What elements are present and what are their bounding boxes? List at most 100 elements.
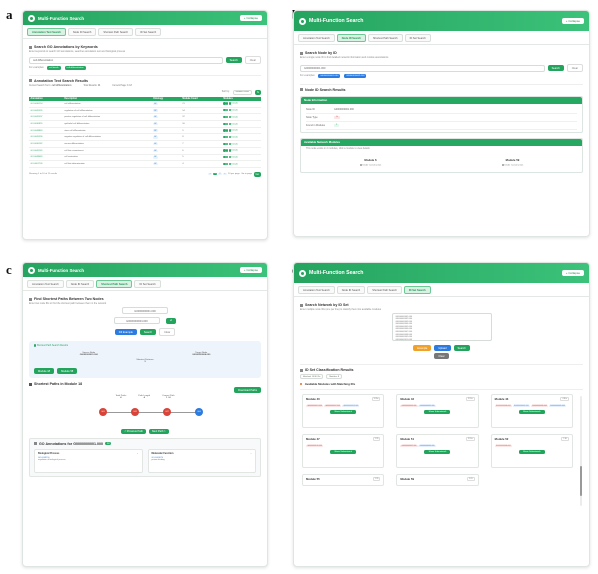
show-subnetwork-button[interactable]: Show Subnetwork xyxy=(330,450,357,455)
tab-node-id[interactable]: Node ID Search xyxy=(336,286,366,294)
tab-id-set[interactable]: ID Set Search xyxy=(404,34,431,42)
page-2-button[interactable]: 2 xyxy=(218,173,222,176)
scrollbar[interactable] xyxy=(580,396,582,506)
swap-icon[interactable]: ⇄ xyxy=(165,317,177,324)
search-button[interactable]: Search xyxy=(453,345,470,351)
results-icon xyxy=(300,88,303,92)
details-link[interactable]: Details xyxy=(231,103,237,105)
page-size-select[interactable]: 10 per page xyxy=(228,173,240,175)
tab-shortest-path[interactable]: Shortest Path Search xyxy=(98,28,134,36)
next-path-button[interactable]: Next Path > xyxy=(148,429,169,434)
tab-id-set[interactable]: ID Set Search xyxy=(134,280,161,288)
tab-annotation-text[interactable]: Annotation Text Search xyxy=(27,280,64,288)
example-chip[interactable]: cell death xyxy=(47,66,61,70)
module-item[interactable]: Module 6 Under Construction xyxy=(359,158,381,166)
tab-annotation-text[interactable]: Annotation Text Search xyxy=(298,34,335,42)
show-subnetwork-button[interactable]: Show Subnetwork xyxy=(518,450,545,455)
node-id-input[interactable]: G0000000001.000 xyxy=(300,64,545,72)
collapse-button[interactable]: + Collapse xyxy=(561,270,584,276)
search-button[interactable]: Search xyxy=(139,329,157,335)
page-prev-button[interactable]: < xyxy=(208,173,212,176)
id-set-textarea[interactable]: G0000000001.000 G0000000002.000 G000000000… xyxy=(391,313,492,341)
page-1-button[interactable]: 1 xyxy=(213,173,217,176)
tab-node-id[interactable]: Node ID Search xyxy=(336,34,366,42)
collapse-button[interactable]: + Collapse xyxy=(239,267,262,273)
table-row[interactable]: GO:0045165 cell fate commitment BP 6 Details xyxy=(29,147,261,155)
search-button[interactable]: Search xyxy=(547,65,564,71)
table-row[interactable]: GO:0030855 epithelial cell differentiatio… xyxy=(29,120,261,128)
table-row[interactable]: GO:0001709 cell fate determination BP 4 Deta… xyxy=(29,160,261,168)
path-node[interactable]: G04 xyxy=(195,408,203,416)
collapse-button[interactable]: + Collapse xyxy=(561,18,584,24)
path-node[interactable]: G01 xyxy=(99,408,107,416)
matched-id: G0000000008.000 xyxy=(530,404,549,408)
node-info-card: Node Information Node ID G0000000001.000 … xyxy=(300,95,583,133)
stat-total: Total Results: 11 xyxy=(83,84,101,87)
tab-annotation-text[interactable]: Annotation Text Search xyxy=(298,286,335,294)
go-button[interactable]: Go xyxy=(253,172,261,177)
tab-node-id[interactable]: Node ID Search xyxy=(65,280,95,288)
tab-shortest-path[interactable]: Shortest Path Search xyxy=(367,286,402,294)
module-path-button[interactable]: Module 58 xyxy=(57,368,78,374)
module-card: Module 47 1 ID G0000000010.000 Show Subnetw… xyxy=(302,434,385,468)
module-count-cell: 12 xyxy=(180,113,222,122)
go-annotations-card: GO Annotations for G0000000001.000 12 Bio… xyxy=(29,437,261,477)
example-chip[interactable]: G0000000002.000 xyxy=(344,74,367,78)
module-item[interactable]: Module 59 Under Construction xyxy=(501,158,523,166)
details-link[interactable]: Details xyxy=(231,164,237,166)
tab-annotation-text[interactable]: Annotation Text Search xyxy=(27,28,66,36)
show-subnetwork-button[interactable]: Show Subnetwork xyxy=(424,410,451,415)
show-subnetwork-button[interactable]: Show Subnetwork xyxy=(424,450,451,455)
start-node-input[interactable]: G0000000001.000 xyxy=(122,307,168,314)
keyword-input[interactable]: cell differentiation xyxy=(29,56,223,64)
path-node[interactable]: G12 xyxy=(131,408,139,416)
example-chip[interactable]: cell differentiation xyxy=(64,66,86,70)
module-id-count: 1 ID xyxy=(561,437,569,441)
details-link[interactable]: Details xyxy=(231,117,237,119)
sort-order-button[interactable]: ⇅ xyxy=(254,89,261,95)
details-link[interactable]: Details xyxy=(231,143,237,145)
clear-button[interactable]: Clear xyxy=(434,353,449,359)
clear-button[interactable]: Clear xyxy=(244,56,261,64)
description-cell: negative regulation of cell differentiat… xyxy=(62,133,152,142)
end-node-input[interactable]: G0000000004.000 xyxy=(113,317,160,324)
details-link[interactable]: Details xyxy=(231,110,237,112)
show-subnetwork-button[interactable]: Show Subnetwork xyxy=(518,410,545,415)
module-path-button[interactable]: Module 18 xyxy=(34,368,55,374)
table-row[interactable]: GO:0048863 stem cell differentiation BP 9 De… xyxy=(29,127,261,135)
previous-path-button[interactable]: < Previous Path xyxy=(121,429,146,434)
collapse-button[interactable]: + Collapse xyxy=(239,15,262,21)
details-link[interactable]: Details xyxy=(231,130,237,132)
path-node[interactable]: G27 xyxy=(163,408,171,416)
details-link[interactable]: Details xyxy=(231,150,237,152)
tab-shortest-path[interactable]: Shortest Path Search xyxy=(367,34,403,42)
table-row[interactable]: GO:0045596 negative regulation of cell di… xyxy=(29,133,261,142)
clear-button[interactable]: Clear xyxy=(566,64,583,72)
sort-select[interactable]: Module count xyxy=(232,89,252,95)
page-next-button[interactable]: > xyxy=(223,173,227,176)
tab-id-set[interactable]: ID Set Search xyxy=(135,28,162,36)
details-link[interactable]: Details xyxy=(231,123,237,125)
scrollbar-thumb[interactable] xyxy=(580,466,582,496)
show-subnetwork-button[interactable]: Show Subnetwork xyxy=(330,410,357,415)
details-link[interactable]: Details xyxy=(231,157,237,159)
tab-node-id[interactable]: Node ID Search xyxy=(67,28,97,36)
upload-button[interactable]: Upload xyxy=(434,345,451,351)
fill-example-button[interactable]: Fill Example xyxy=(114,329,137,335)
tab-shortest-path[interactable]: Shortest Path Search xyxy=(96,280,133,288)
table-row[interactable]: GO:0048469 cell maturation BP 5 Details xyxy=(29,154,261,162)
matched-id: G0000000006.000 xyxy=(494,404,512,408)
chevron-down-icon: ⌄ xyxy=(249,451,252,455)
table-row[interactable]: GO:0045597 positive regulation of cell di… xyxy=(29,113,261,122)
example-chip[interactable]: G0000000001.000 xyxy=(318,74,341,78)
ontology-cell: BP xyxy=(153,156,158,159)
search-button[interactable]: Search xyxy=(225,57,242,63)
clear-button[interactable]: Clear xyxy=(159,328,176,336)
details-link[interactable]: Details xyxy=(231,137,237,139)
table-row[interactable]: GO:0045595 regulation of cell differentia… xyxy=(29,107,261,115)
download-button[interactable]: Download Paths xyxy=(234,387,261,393)
module-name: Module 51 xyxy=(400,437,415,441)
tab-id-set[interactable]: ID Set Search xyxy=(403,286,431,294)
example-button[interactable]: Example xyxy=(413,345,432,351)
table-row[interactable]: GO:0030182 neuron differentiation BP 7 Detai… xyxy=(29,140,261,148)
